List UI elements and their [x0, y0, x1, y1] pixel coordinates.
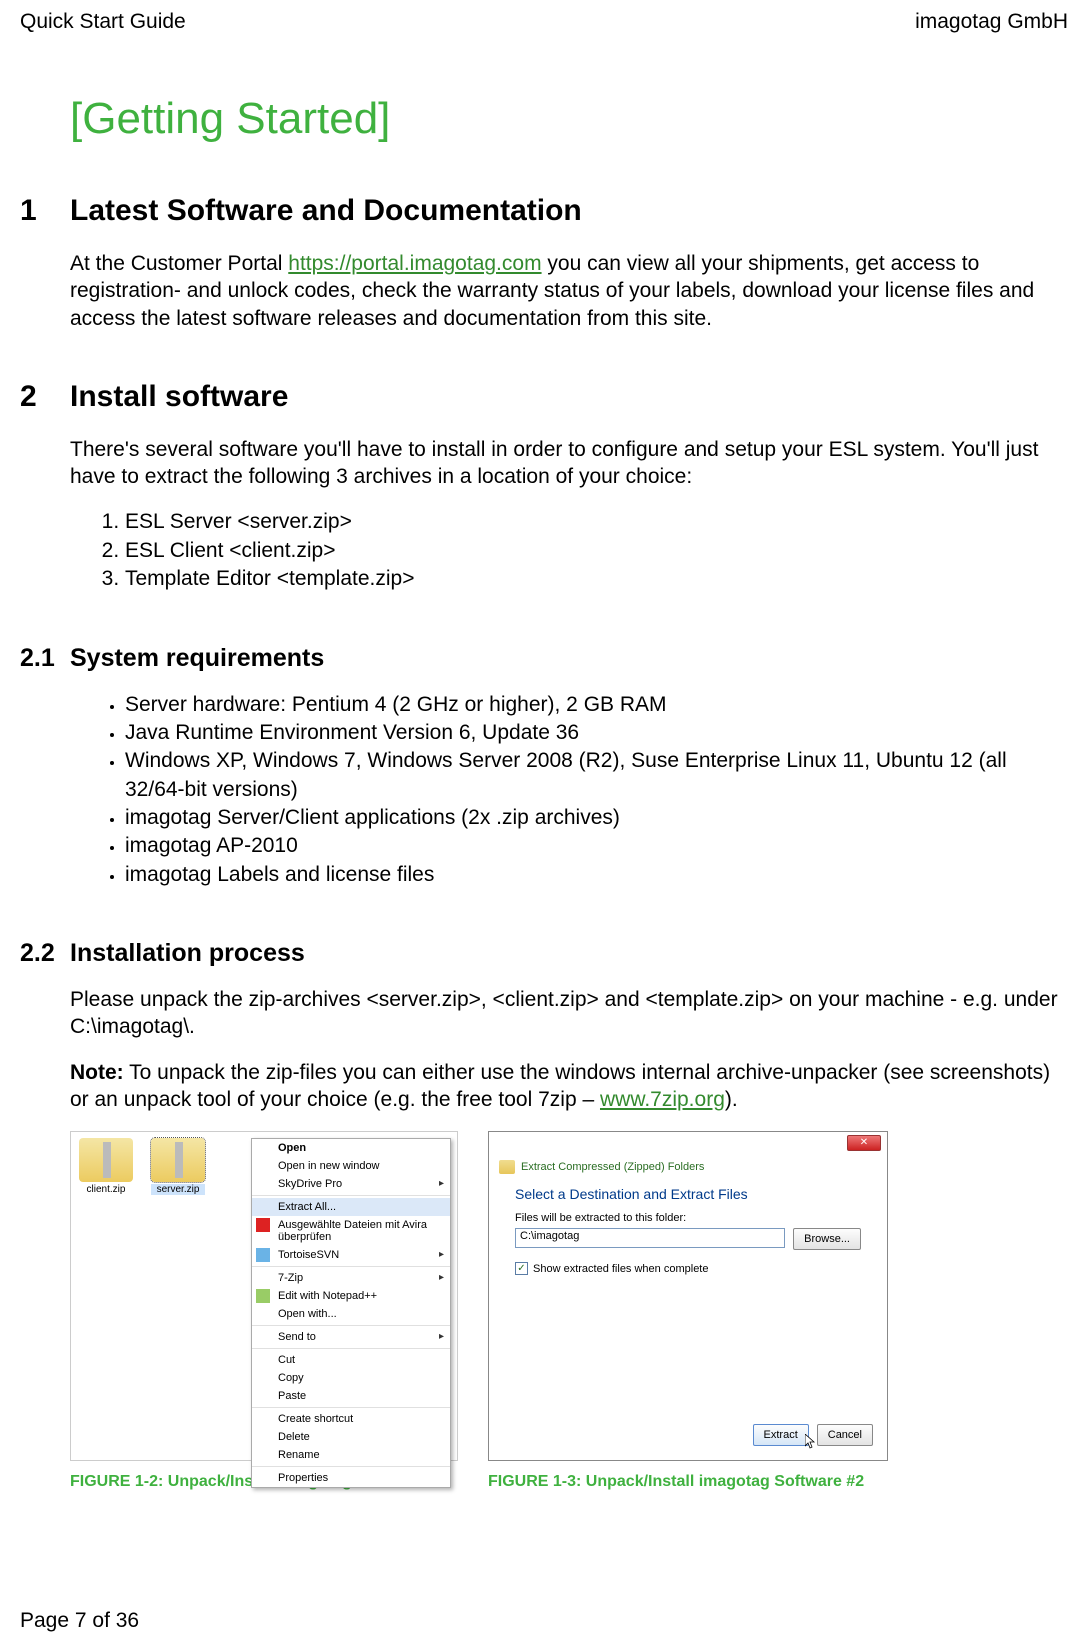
- browse-button[interactable]: Browse...: [793, 1228, 861, 1250]
- menu-extract-all[interactable]: Extract All...: [252, 1198, 450, 1216]
- show-files-checkbox[interactable]: ✓: [515, 1262, 528, 1275]
- section-2-list: ESL Server <server.zip> ESL Client <clie…: [70, 508, 1068, 593]
- section-2-paragraph: There's several software you'll have to …: [70, 436, 1068, 491]
- note-label: Note:: [70, 1061, 124, 1084]
- context-menu: Open Open in new window SkyDrive Pro Ext…: [251, 1138, 451, 1488]
- list-item: imagotag AP-2010: [125, 832, 1068, 860]
- figure-2: ✕ Extract Compressed (Zipped) Folders Se…: [488, 1131, 888, 1491]
- path-input[interactable]: C:\imagotag: [515, 1228, 785, 1248]
- list-item: imagotag Labels and license files: [125, 861, 1068, 889]
- menu-notepadpp[interactable]: Edit with Notepad++: [252, 1287, 450, 1305]
- header-right: imagotag GmbH: [915, 10, 1068, 34]
- section-22-title: Installation process: [70, 939, 1068, 968]
- section-21-title: System requirements: [70, 644, 1068, 673]
- figure-1: client.zip server.zip Open Open in new w…: [70, 1131, 458, 1491]
- menu-open[interactable]: Open: [252, 1139, 450, 1157]
- menu-create-shortcut[interactable]: Create shortcut: [252, 1410, 450, 1428]
- menu-open-with[interactable]: Open with...: [252, 1305, 450, 1323]
- menu-7zip[interactable]: 7-Zip: [252, 1269, 450, 1287]
- list-item: ESL Client <client.zip>: [125, 537, 1068, 565]
- client-zip-label: client.zip: [79, 1184, 133, 1195]
- page-footer: Page 7 of 36: [20, 1609, 139, 1633]
- section-1-title: Latest Software and Documentation: [70, 194, 1068, 228]
- note-text-a: To unpack the zip-files you can either u…: [70, 1061, 1050, 1111]
- cancel-button[interactable]: Cancel: [817, 1424, 873, 1446]
- menu-notepadpp-label: Edit with Notepad++: [278, 1290, 377, 1302]
- cursor-icon: [805, 1434, 817, 1450]
- show-files-label: Show extracted files when complete: [533, 1263, 708, 1275]
- menu-avira-label: Ausgewählte Dateien mit Avira überprüfen: [278, 1219, 427, 1243]
- menu-skydrive[interactable]: SkyDrive Pro: [252, 1175, 450, 1193]
- menu-rename[interactable]: Rename: [252, 1446, 450, 1464]
- menu-send-to[interactable]: Send to: [252, 1328, 450, 1346]
- server-zip-label: server.zip: [151, 1184, 205, 1195]
- figure-2-caption: FIGURE 1-3: Unpack/Install imagotag Soft…: [488, 1473, 888, 1491]
- section-1-text-a: At the Customer Portal: [70, 252, 288, 275]
- section-21-number: 2.1: [20, 644, 70, 909]
- dialog-heading: Select a Destination and Extract Files: [515, 1186, 861, 1202]
- notepadpp-icon: [256, 1289, 270, 1303]
- menu-tortoise-label: TortoiseSVN: [278, 1249, 339, 1261]
- chapter-title: [Getting Started]: [70, 94, 1068, 144]
- menu-delete[interactable]: Delete: [252, 1428, 450, 1446]
- section-2-title: Install software: [70, 380, 1068, 414]
- menu-cut[interactable]: Cut: [252, 1351, 450, 1369]
- system-requirements-list: Server hardware: Pentium 4 (2 GHz or hig…: [70, 691, 1068, 889]
- tortoise-icon: [256, 1248, 270, 1262]
- close-button[interactable]: ✕: [847, 1135, 881, 1151]
- server-zip-icon[interactable]: [151, 1138, 205, 1182]
- dialog-label: Files will be extracted to this folder:: [515, 1212, 861, 1224]
- portal-link[interactable]: https://portal.imagotag.com: [288, 252, 541, 275]
- section-1-number: 1: [20, 194, 70, 350]
- list-item: Windows XP, Windows 7, Windows Server 20…: [125, 747, 1068, 804]
- client-zip-icon[interactable]: [79, 1138, 133, 1182]
- menu-open-new-window[interactable]: Open in new window: [252, 1157, 450, 1175]
- section-1-paragraph: At the Customer Portal https://portal.im…: [70, 250, 1068, 332]
- section-22-note: Note: To unpack the zip-files you can ei…: [70, 1059, 1068, 1114]
- section-22-paragraph-1: Please unpack the zip-archives <server.z…: [70, 986, 1068, 1041]
- extract-button[interactable]: Extract: [753, 1424, 809, 1446]
- menu-paste[interactable]: Paste: [252, 1387, 450, 1405]
- menu-avira[interactable]: Ausgewählte Dateien mit Avira überprüfen: [252, 1216, 450, 1246]
- dialog-breadcrumb: Extract Compressed (Zipped) Folders: [521, 1161, 704, 1173]
- folder-icon: [499, 1160, 515, 1174]
- section-22-number: 2.2: [20, 939, 70, 1491]
- avira-icon: [256, 1218, 270, 1232]
- section-2-number: 2: [20, 380, 70, 614]
- list-item: imagotag Server/Client applications (2x …: [125, 804, 1068, 832]
- list-item: Server hardware: Pentium 4 (2 GHz or hig…: [125, 691, 1068, 719]
- list-item: ESL Server <server.zip>: [125, 508, 1068, 536]
- header-left: Quick Start Guide: [20, 10, 186, 34]
- note-text-b: ).: [725, 1088, 738, 1111]
- list-item: Java Runtime Environment Version 6, Upda…: [125, 719, 1068, 747]
- menu-tortoisesvn[interactable]: TortoiseSVN: [252, 1246, 450, 1264]
- sevenzip-link[interactable]: www.7zip.org: [600, 1088, 725, 1111]
- list-item: Template Editor <template.zip>: [125, 565, 1068, 593]
- menu-properties[interactable]: Properties: [252, 1469, 450, 1487]
- menu-copy[interactable]: Copy: [252, 1369, 450, 1387]
